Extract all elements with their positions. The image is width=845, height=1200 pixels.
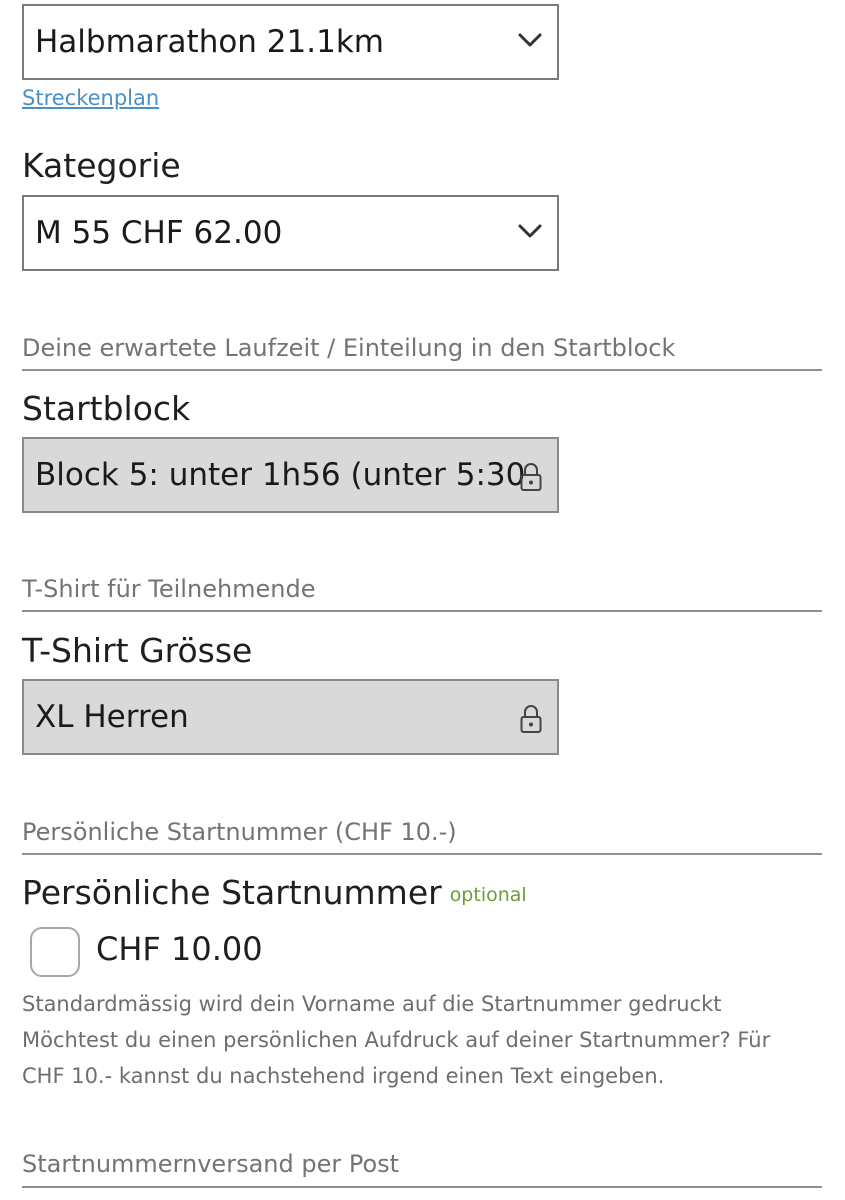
- tshirt-size-value: XL Herren: [35, 699, 189, 735]
- category-select[interactable]: M 55 CHF 62.00: [22, 195, 559, 271]
- bib-help-line-3: CHF 10.- kannst du nachstehend irgend ei…: [22, 1064, 665, 1088]
- bib-help-text: Standardmässig wird dein Vorname auf die…: [22, 986, 812, 1094]
- shipping-section-title: Startnummernversand per Post: [22, 1150, 400, 1178]
- distance-select[interactable]: Halbmarathon 21.1km: [22, 4, 559, 80]
- tshirt-size-field: XL Herren: [22, 679, 559, 755]
- bib-help-line-2: Möchtest du einen persönlichen Aufdruck …: [22, 1028, 771, 1052]
- runtime-section-title: Deine erwartete Laufzeit / Einteilung in…: [22, 334, 676, 362]
- category-select-value: M 55 CHF 62.00: [35, 215, 283, 251]
- bib-checkbox[interactable]: [30, 927, 80, 977]
- chevron-down-icon: [518, 33, 542, 47]
- startblock-field: Block 5: unter 1h56 (unter 5:30: [22, 437, 559, 513]
- bib-section-title: Persönliche Startnummer (CHF 10.-): [22, 818, 457, 846]
- bib-section-divider: [22, 853, 822, 855]
- distance-select-value: Halbmarathon 21.1km: [35, 24, 384, 60]
- bib-help-line-1: Standardmässig wird dein Vorname auf die…: [22, 992, 722, 1016]
- category-label: Kategorie: [22, 146, 181, 185]
- lock-icon: [520, 705, 542, 733]
- lock-icon: [520, 463, 542, 491]
- tshirt-section-divider: [22, 610, 822, 612]
- tshirt-section-title: T-Shirt für Teilnehmende: [22, 575, 316, 603]
- startblock-value: Block 5: unter 1h56 (unter 5:30: [35, 457, 525, 493]
- chevron-down-icon: [518, 224, 542, 238]
- bib-checkbox-label[interactable]: CHF 10.00: [96, 930, 263, 968]
- shipping-section-divider: [22, 1186, 822, 1188]
- route-plan-link[interactable]: Streckenplan: [22, 86, 159, 110]
- optional-tag: optional: [449, 883, 527, 906]
- tshirt-size-label: T-Shirt Grösse: [22, 631, 253, 670]
- bib-field-label: Persönliche Startnummer optional: [22, 873, 527, 912]
- bib-field-label-text: Persönliche Startnummer: [22, 873, 442, 912]
- startblock-label: Startblock: [22, 389, 191, 428]
- runtime-section-divider: [22, 369, 822, 371]
